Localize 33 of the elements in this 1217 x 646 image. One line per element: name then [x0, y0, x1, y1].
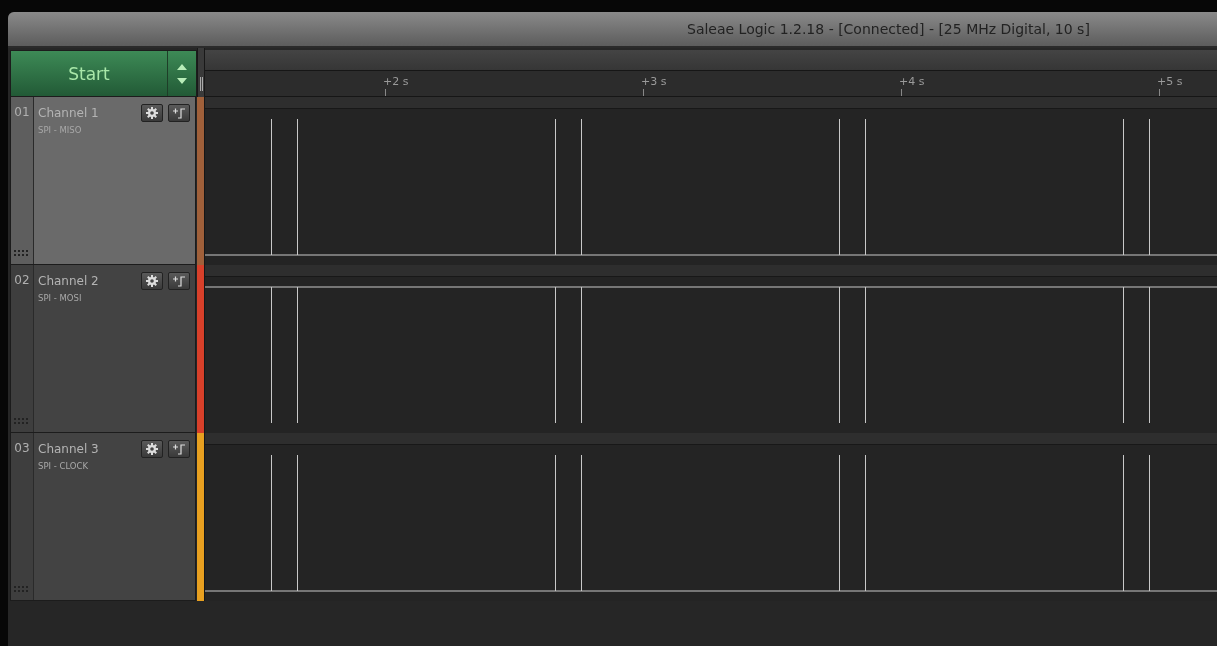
window-title: Saleae Logic 1.2.18 - [Connected] - [25 MHz Digital, 10 s]	[687, 21, 1090, 37]
channel-number: 02	[14, 273, 30, 287]
start-button[interactable]: Start	[11, 51, 168, 96]
splitter-handle-icon[interactable]	[199, 77, 203, 91]
channel-number: 03	[14, 441, 30, 455]
time-tick-label: +3 s	[641, 75, 667, 88]
time-tick-label: +4 s	[899, 75, 925, 88]
channel-panel[interactable]: 02 Channel 2 SPI - MOSI	[10, 265, 197, 433]
settings-icon	[146, 107, 159, 119]
time-tick-label: +5 s	[1157, 75, 1183, 88]
settings-icon	[146, 275, 159, 287]
settings-button[interactable]	[141, 440, 164, 458]
protocol-label: SPI - CLOCK	[38, 461, 90, 471]
add-trigger-button[interactable]	[168, 272, 191, 290]
protocol-label: SPI - MOSI	[38, 293, 83, 303]
channel-panel[interactable]: 03 Channel 3 SPI - CLOCK	[10, 433, 197, 601]
settings-button[interactable]	[141, 272, 164, 290]
channel-number: 01	[14, 105, 30, 119]
drag-grip-icon[interactable]	[14, 250, 30, 256]
settings-icon	[146, 443, 159, 455]
drag-grip-icon[interactable]	[14, 586, 30, 592]
drag-grip-icon[interactable]	[14, 418, 30, 424]
time-tick-label: +2 s	[383, 75, 409, 88]
add-trigger-button[interactable]	[168, 440, 191, 458]
channel-name[interactable]: Channel 1	[38, 106, 137, 120]
add-trigger-button[interactable]	[168, 104, 191, 122]
settings-button[interactable]	[141, 104, 164, 122]
up-down-arrows-icon[interactable]	[168, 51, 196, 96]
plus-edge-icon	[172, 275, 187, 287]
channel-name[interactable]: Channel 2	[38, 274, 137, 288]
plus-edge-icon	[172, 107, 187, 119]
plus-edge-icon	[172, 443, 187, 455]
channel-name[interactable]: Channel 3	[38, 442, 137, 456]
